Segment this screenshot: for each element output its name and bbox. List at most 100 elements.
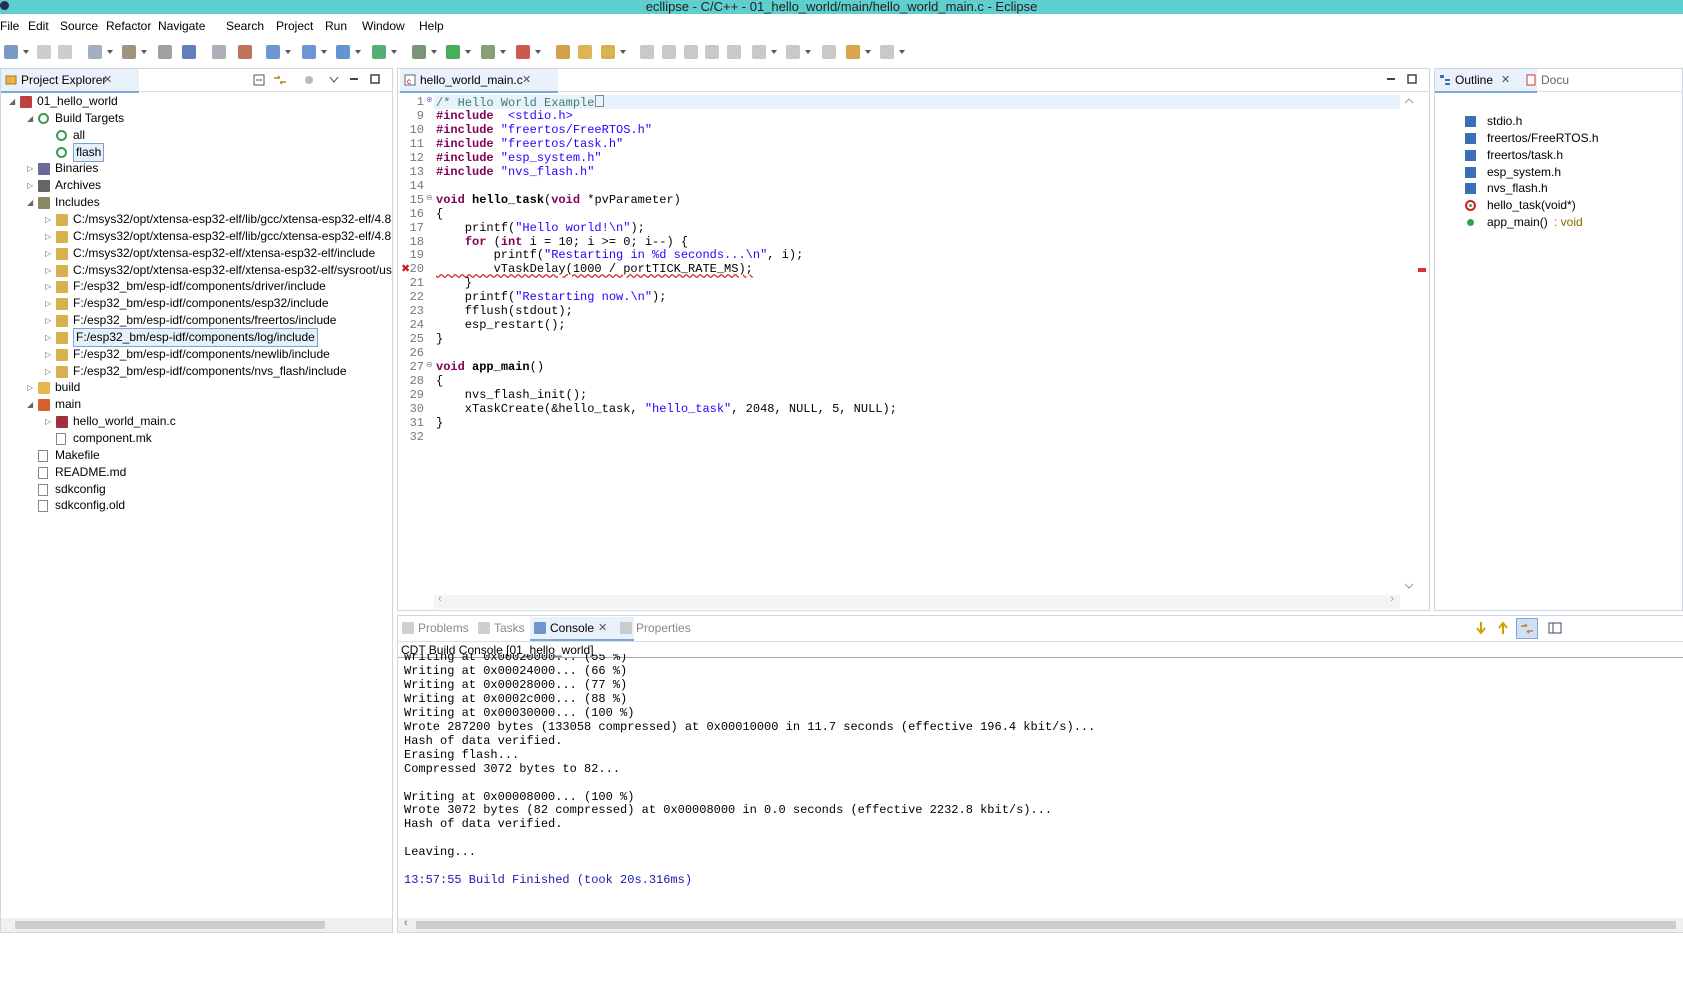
link-with-editor-icon[interactable] <box>273 74 287 86</box>
menu-window[interactable]: Window <box>362 19 405 33</box>
last-edit-icon[interactable] <box>822 45 836 59</box>
maximize-icon[interactable] <box>1407 74 1417 84</box>
mark-occurrences-icon[interactable] <box>601 45 615 59</box>
console-horizontal-scrollbar[interactable]: ‹ <box>398 917 1683 932</box>
fold-expand-icon[interactable]: ⊕ <box>426 95 433 104</box>
dropdown-arrow-icon[interactable] <box>805 50 811 54</box>
new-c-project-icon[interactable] <box>266 45 280 59</box>
tree-item[interactable]: ▷ Binaries <box>1 160 391 177</box>
run-icon[interactable] <box>446 45 460 59</box>
tree-item[interactable]: ▷ F:/esp32_bm/esp-idf/components/log/incl… <box>1 327 391 347</box>
close-icon[interactable]: ✕ <box>103 69 112 91</box>
tree-item[interactable]: ▷ F:/esp32_bm/esp-idf/components/newlib/i… <box>1 346 391 363</box>
back-icon[interactable] <box>846 45 860 59</box>
editor-horizontal-scrollbar[interactable]: ‹ › <box>434 593 1400 609</box>
collapsed-arrow-icon[interactable]: ▷ <box>27 160 33 177</box>
collapsed-arrow-icon[interactable]: ▷ <box>45 262 51 279</box>
build-config-icon[interactable] <box>88 45 102 59</box>
tree-item[interactable]: flash <box>1 142 391 162</box>
tab-hello-world-main-c[interactable]: c hello_world_main.c ✕ <box>400 69 558 93</box>
collapsed-arrow-icon[interactable]: ▷ <box>45 211 51 228</box>
next-annotation-icon[interactable] <box>752 45 766 59</box>
scroll-left-icon[interactable]: ‹ <box>404 917 408 929</box>
collapse-all-icon[interactable] <box>253 74 265 86</box>
tree-item[interactable]: ▷ F:/esp32_bm/esp-idf/components/driver/i… <box>1 278 391 295</box>
dropdown-arrow-icon[interactable] <box>431 50 437 54</box>
collapsed-arrow-icon[interactable]: ▷ <box>45 346 51 363</box>
maximize-icon[interactable] <box>370 74 380 84</box>
paragraph-icon[interactable] <box>727 45 741 59</box>
collapsed-arrow-icon[interactable]: ▷ <box>45 278 51 295</box>
scroll-up-icon[interactable] <box>1404 97 1414 105</box>
dropdown-arrow-icon[interactable] <box>321 50 327 54</box>
tree-item[interactable]: sdkconfig <box>1 481 391 498</box>
expanded-arrow-icon[interactable]: ◢ <box>27 396 33 413</box>
minimize-icon[interactable] <box>1386 74 1396 84</box>
dropdown-arrow-icon[interactable] <box>771 50 777 54</box>
scroll-lock-down-icon[interactable] <box>1475 621 1487 635</box>
collapsed-arrow-icon[interactable]: ▷ <box>45 295 51 312</box>
show-whitespace-icon[interactable] <box>705 45 719 59</box>
console-output[interactable]: Writing at 0x00020000... (55 %) Writing a… <box>398 654 1683 912</box>
close-icon[interactable]: ✕ <box>522 69 531 91</box>
horizontal-scrollbar[interactable] <box>1 918 392 932</box>
view-menu-filter-icon[interactable] <box>303 74 315 86</box>
tree-item[interactable]: ▷ Archives <box>1 177 391 194</box>
new-class-icon[interactable] <box>336 45 350 59</box>
block-selection-icon[interactable] <box>684 45 698 59</box>
collapsed-arrow-icon[interactable]: ▷ <box>45 329 51 346</box>
toggle-comment-icon[interactable] <box>662 45 676 59</box>
debug-icon[interactable] <box>412 45 426 59</box>
tab-properties[interactable]: Properties <box>616 617 726 639</box>
expanded-arrow-icon[interactable]: ◢ <box>9 93 15 110</box>
collapsed-arrow-icon[interactable]: ▷ <box>45 363 51 380</box>
coverage-icon[interactable] <box>481 45 495 59</box>
tree-item[interactable]: ▷ C:/msys32/opt/xtensa-esp32-elf/lib/gcc/… <box>1 211 392 228</box>
dropdown-arrow-icon[interactable] <box>355 50 361 54</box>
dropdown-arrow-icon[interactable] <box>391 50 397 54</box>
display-console-icon[interactable] <box>1548 621 1562 635</box>
search-icon[interactable] <box>182 45 196 59</box>
scroll-right-icon[interactable]: › <box>1390 593 1394 605</box>
save-all-icon[interactable] <box>58 45 72 59</box>
menu-search[interactable]: Search <box>226 19 264 33</box>
save-icon[interactable] <box>37 45 51 59</box>
tree-item[interactable]: ◢ Includes <box>1 194 391 211</box>
fold-collapse-icon[interactable]: ⊖ <box>426 193 433 202</box>
dropdown-arrow-icon[interactable] <box>23 50 29 54</box>
dropdown-arrow-icon[interactable] <box>899 50 905 54</box>
dropdown-arrow-icon[interactable] <box>285 50 291 54</box>
forward-icon[interactable] <box>880 45 894 59</box>
scrollbar-thumb[interactable] <box>416 921 1676 929</box>
collapsed-arrow-icon[interactable]: ▷ <box>45 228 51 245</box>
pin-console-button[interactable] <box>1516 618 1538 639</box>
tree-item[interactable]: ▷ F:/esp32_bm/esp-idf/components/esp32/in… <box>1 295 391 312</box>
tree-item[interactable]: ▷ F:/esp32_bm/esp-idf/components/nvs_flas… <box>1 363 391 380</box>
collapsed-arrow-icon[interactable]: ▷ <box>45 413 51 430</box>
minimize-icon[interactable] <box>349 74 359 84</box>
menu-navigate[interactable]: Navigate <box>158 19 205 33</box>
tree-item[interactable]: README.md <box>1 464 391 481</box>
scroll-left-icon[interactable]: ‹ <box>438 593 442 605</box>
prev-annotation-icon[interactable] <box>786 45 800 59</box>
dropdown-arrow-icon[interactable] <box>535 50 541 54</box>
dropdown-arrow-icon[interactable] <box>500 50 506 54</box>
tree-item[interactable]: ◢ main <box>1 396 391 413</box>
collapsed-arrow-icon[interactable]: ▷ <box>45 245 51 262</box>
menu-file[interactable]: File <box>0 19 19 33</box>
collapsed-arrow-icon[interactable]: ▷ <box>45 312 51 329</box>
view-menu-chevron-icon[interactable] <box>329 76 339 84</box>
collapsed-comment-icon[interactable] <box>595 95 605 107</box>
tree-item[interactable]: ▷ C:/msys32/opt/xtensa-esp32-elf/lib/gcc/… <box>1 228 392 245</box>
build-icon[interactable] <box>122 45 136 59</box>
new-target-icon[interactable] <box>158 45 172 59</box>
tree-item[interactable]: sdkconfig.old <box>1 497 391 514</box>
close-icon[interactable]: ✕ <box>1501 69 1510 91</box>
menu-edit[interactable]: Edit <box>28 19 49 33</box>
pen-icon[interactable] <box>640 45 654 59</box>
tab-documentation[interactable]: Docu <box>1521 69 1621 91</box>
menu-refactor[interactable]: Refactor <box>106 19 151 33</box>
tree-item[interactable]: ▷ build <box>1 379 391 396</box>
expanded-arrow-icon[interactable]: ◢ <box>27 110 33 127</box>
tree-item[interactable]: ◢ 01_hello_world <box>1 93 391 110</box>
